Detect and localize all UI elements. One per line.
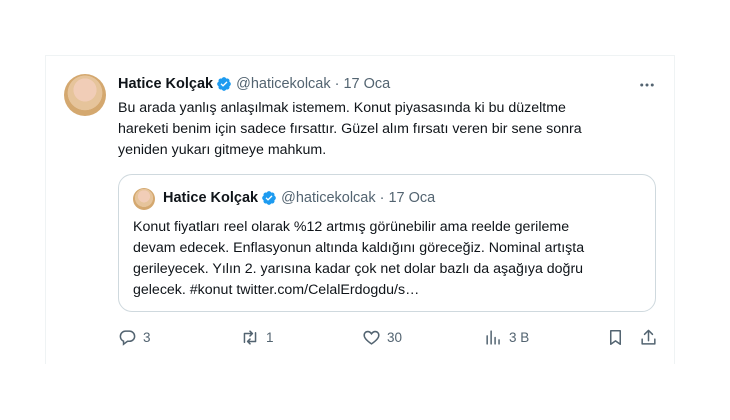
like-button[interactable]: 30 bbox=[362, 324, 402, 350]
like-icon bbox=[362, 328, 381, 347]
views-count: 3 B bbox=[509, 329, 530, 345]
quoted-author-handle: @haticekolcak bbox=[281, 190, 376, 206]
views-icon bbox=[484, 328, 503, 347]
quoted-tweet-text: Konut fiyatları reel olarak %12 artmış g… bbox=[133, 219, 585, 298]
author-handle[interactable]: @haticekolcak bbox=[236, 76, 331, 92]
separator-dot: · bbox=[334, 76, 340, 92]
quoted-tweet[interactable]: Hatice Kolçak @haticekolcak · 17 Oca Kon… bbox=[118, 174, 656, 312]
share-icon bbox=[639, 328, 658, 347]
bookmark-button[interactable] bbox=[606, 324, 625, 350]
reply-count: 3 bbox=[143, 329, 151, 345]
reply-button[interactable]: 3 bbox=[118, 324, 151, 350]
action-bar: 3 1 30 3 B bbox=[118, 324, 658, 350]
separator-dot: · bbox=[379, 190, 385, 206]
bookmark-icon bbox=[606, 328, 625, 347]
tweet-text: Bu arada yanlış anlaşılmak istemem. Konu… bbox=[118, 100, 582, 158]
retweet-button[interactable]: 1 bbox=[240, 324, 274, 350]
retweet-icon bbox=[240, 328, 260, 347]
quoted-author-name: Hatice Kolçak bbox=[163, 190, 259, 206]
share-button[interactable] bbox=[639, 324, 658, 350]
more-icon[interactable] bbox=[638, 76, 656, 94]
quoted-tweet-date: 17 Oca bbox=[388, 190, 436, 206]
tweet-date[interactable]: 17 Oca bbox=[343, 76, 390, 92]
retweet-count: 1 bbox=[266, 329, 274, 345]
tweet-card[interactable]: Hatice Kolçak @haticekolcak · 17 Oca Bu … bbox=[45, 55, 675, 364]
verified-icon bbox=[216, 76, 232, 92]
quoted-tweet-header: Hatice Kolçak @haticekolcak · 17 Oca bbox=[163, 188, 435, 208]
like-count: 30 bbox=[387, 329, 403, 345]
tweet-header: Hatice Kolçak @haticekolcak · 17 Oca bbox=[118, 74, 390, 94]
quoted-avatar bbox=[133, 188, 155, 210]
author-name[interactable]: Hatice Kolçak bbox=[118, 76, 213, 92]
reply-icon bbox=[118, 328, 137, 347]
verified-icon bbox=[261, 190, 277, 206]
avatar[interactable] bbox=[64, 74, 106, 116]
views-button[interactable]: 3 B bbox=[484, 324, 529, 350]
